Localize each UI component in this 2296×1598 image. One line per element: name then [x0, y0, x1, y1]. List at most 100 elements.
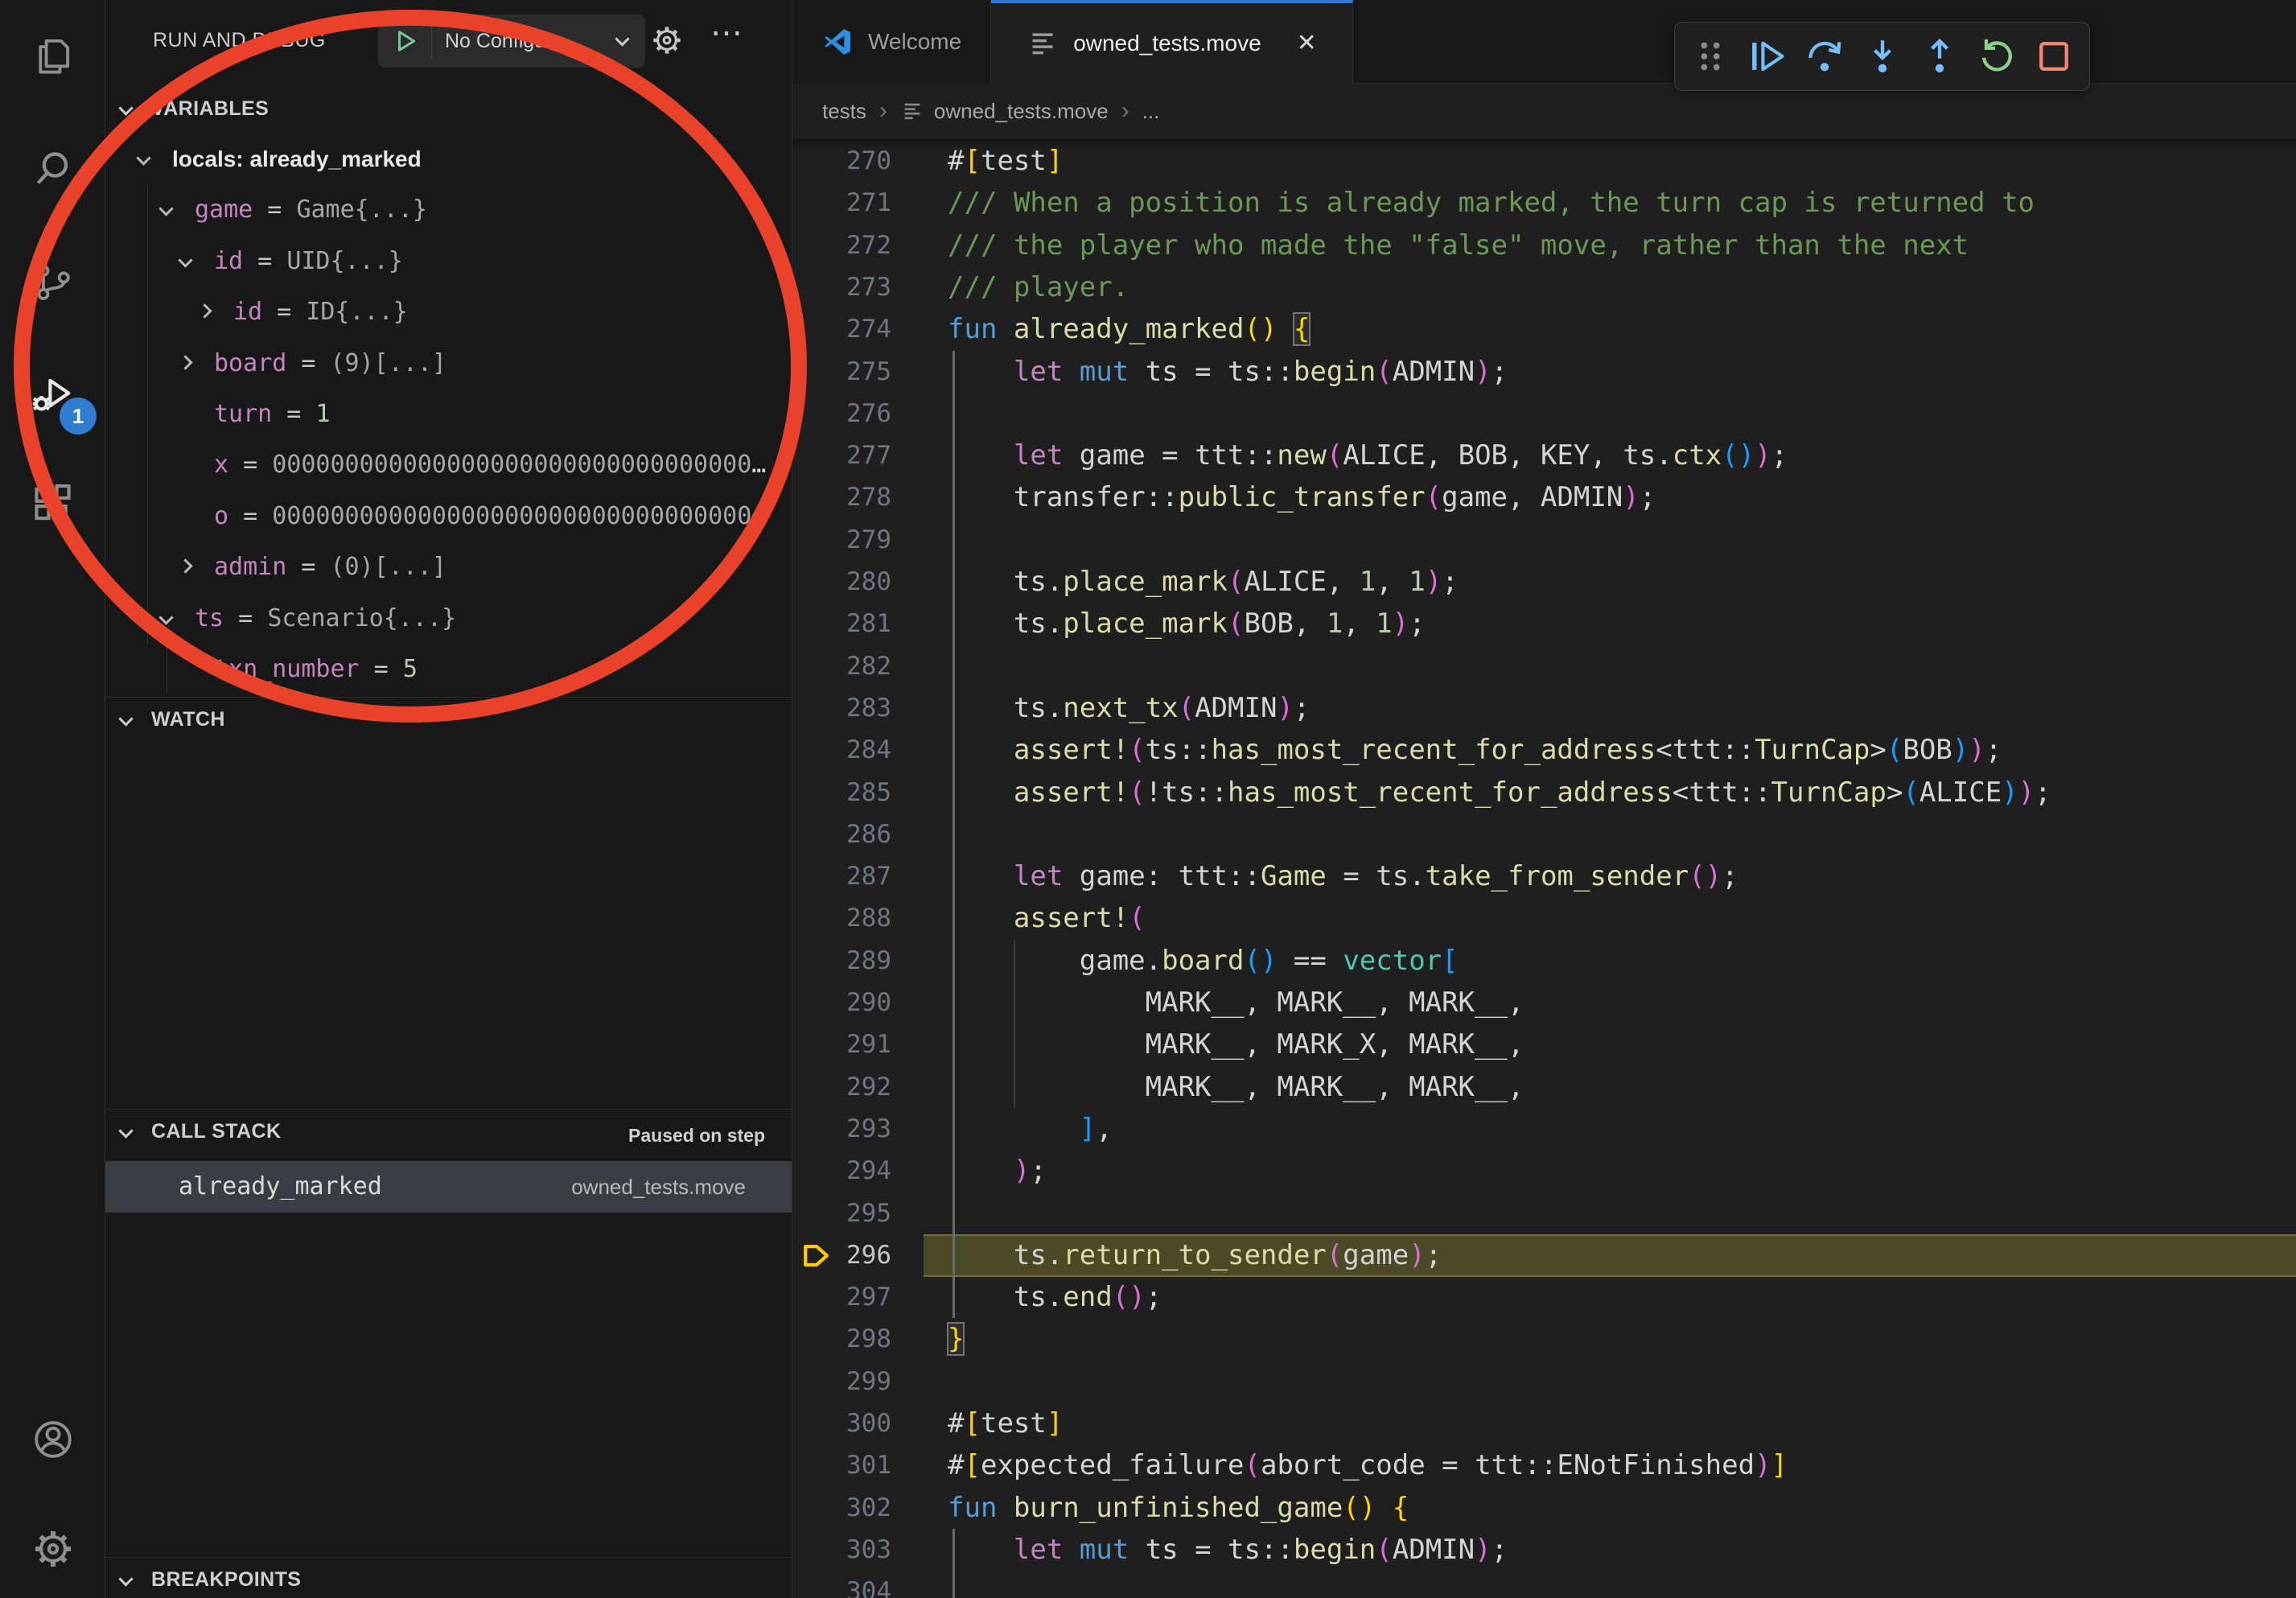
- code-line[interactable]: 291 MARK__, MARK_X, MARK__,: [792, 1023, 2296, 1066]
- more-actions-icon[interactable]: ⋯: [710, 14, 744, 51]
- line-number[interactable]: 297: [792, 1276, 891, 1319]
- line-number[interactable]: 295: [792, 1192, 891, 1235]
- code-line[interactable]: 294 );: [792, 1150, 2296, 1192]
- code-editor[interactable]: 270#[test]271/// When a position is alre…: [792, 138, 2296, 1598]
- line-number[interactable]: 280: [792, 561, 891, 603]
- code-line[interactable]: 292 MARK__, MARK__, MARK__,: [792, 1066, 2296, 1109]
- line-number[interactable]: 299: [792, 1361, 891, 1403]
- line-number[interactable]: 291: [792, 1023, 891, 1066]
- line-number[interactable]: 302: [792, 1487, 891, 1530]
- chevron-right-icon[interactable]: [178, 355, 192, 369]
- settings-icon[interactable]: [30, 1526, 76, 1572]
- continue-button[interactable]: [1746, 35, 1789, 78]
- code-line[interactable]: 288 assert!(: [792, 897, 2296, 940]
- step-out-button[interactable]: [1918, 35, 1961, 78]
- code-line[interactable]: 275 let mut ts = ts::begin(ADMIN);: [792, 351, 2296, 393]
- chevron-right-icon[interactable]: [197, 303, 212, 318]
- line-number[interactable]: 292: [792, 1066, 891, 1109]
- search-icon[interactable]: [30, 146, 76, 193]
- code-line[interactable]: 282: [792, 645, 2296, 688]
- line-number[interactable]: 275: [792, 351, 891, 393]
- line-number[interactable]: 272: [792, 224, 891, 267]
- code-line[interactable]: 298}: [792, 1318, 2296, 1361]
- debug-config-dropdown[interactable]: No Configurations: [378, 14, 645, 68]
- line-number[interactable]: 293: [792, 1108, 891, 1151]
- breadcrumb-item[interactable]: ...: [1142, 99, 1160, 124]
- code-line[interactable]: 277 let game = ttt::new(ALICE, BOB, KEY,…: [792, 435, 2296, 477]
- variable-row[interactable]: x = 000000000000000000000000000000000000…: [105, 439, 792, 491]
- line-number[interactable]: 294: [792, 1150, 891, 1192]
- code-line[interactable]: 274fun already_marked() {: [792, 308, 2296, 351]
- line-number[interactable]: 298: [792, 1318, 891, 1361]
- close-icon[interactable]: ✕: [1297, 31, 1317, 56]
- line-number[interactable]: 270: [792, 140, 891, 183]
- stop-button[interactable]: [2032, 35, 2076, 78]
- step-into-button[interactable]: [1861, 35, 1904, 78]
- variable-row[interactable]: game = Game{...}: [105, 184, 792, 236]
- variable-row[interactable]: ts = Scenario{...}: [105, 593, 792, 645]
- line-number[interactable]: 277: [792, 435, 891, 477]
- debug-settings-gear-icon[interactable]: [649, 23, 685, 58]
- variable-row[interactable]: txn_number = 5: [105, 644, 792, 695]
- variable-row[interactable]: turn = 1: [105, 389, 792, 440]
- variable-row[interactable]: id = UID{...}: [105, 236, 792, 287]
- line-number[interactable]: 276: [792, 393, 891, 435]
- line-number[interactable]: 279: [792, 519, 891, 562]
- chevron-down-icon[interactable]: [158, 610, 173, 624]
- code-line[interactable]: 287 let game: ttt::Game = ts.take_from_s…: [792, 855, 2296, 898]
- variable-row[interactable]: id = ID{...}: [105, 286, 792, 338]
- code-line[interactable]: 293 ],: [792, 1108, 2296, 1151]
- variables-scope-row[interactable]: locals: already_marked: [105, 134, 792, 185]
- account-icon[interactable]: [30, 1416, 76, 1463]
- line-number[interactable]: 278: [792, 476, 891, 519]
- code-line[interactable]: 304: [792, 1571, 2296, 1598]
- code-line[interactable]: 290 MARK__, MARK__, MARK__,: [792, 982, 2296, 1024]
- call-stack-section-header[interactable]: CALL STACK Paused on step: [105, 1111, 792, 1159]
- line-number[interactable]: 304: [792, 1571, 891, 1598]
- code-line[interactable]: 270#[test]: [792, 140, 2296, 183]
- line-number[interactable]: 288: [792, 897, 891, 940]
- line-number[interactable]: 273: [792, 266, 891, 309]
- line-number[interactable]: 286: [792, 813, 891, 856]
- code-line[interactable]: 289 game.board() == vector[: [792, 940, 2296, 982]
- code-line[interactable]: 278 transfer::public_transfer(game, ADMI…: [792, 476, 2296, 519]
- line-number[interactable]: 271: [792, 182, 891, 224]
- code-line[interactable]: 302fun burn_unfinished_game() {: [792, 1487, 2296, 1530]
- grip-handle[interactable]: [1689, 35, 1732, 78]
- line-number[interactable]: 282: [792, 645, 891, 688]
- restart-button[interactable]: [1975, 35, 2018, 78]
- line-number[interactable]: 289: [792, 940, 891, 982]
- code-line[interactable]: 279: [792, 519, 2296, 562]
- code-line[interactable]: 273/// player.: [792, 266, 2296, 309]
- code-line[interactable]: 280 ts.place_mark(ALICE, 1, 1);: [792, 561, 2296, 603]
- extensions-icon[interactable]: [30, 480, 76, 527]
- code-line[interactable]: 272/// the player who made the "false" m…: [792, 224, 2296, 267]
- chevron-down-icon[interactable]: [158, 202, 173, 216]
- variables-section-header[interactable]: VARIABLES: [105, 89, 792, 130]
- code-line[interactable]: 285 assert!(!ts::has_most_recent_for_add…: [792, 772, 2296, 814]
- chevron-down-icon[interactable]: [136, 150, 150, 165]
- code-line[interactable]: 296 ts.return_to_sender(game);: [792, 1234, 2296, 1277]
- line-number[interactable]: 285: [792, 772, 891, 814]
- watch-section-header[interactable]: WATCH: [105, 699, 792, 741]
- line-number[interactable]: 281: [792, 603, 891, 645]
- step-over-button[interactable]: [1803, 35, 1846, 78]
- start-debug-icon[interactable]: [391, 27, 420, 56]
- code-line[interactable]: 303 let mut ts = ts::begin(ADMIN);: [792, 1529, 2296, 1571]
- tab-owned-tests-move[interactable]: owned_tests.move✕: [991, 0, 1353, 84]
- code-line[interactable]: 295: [792, 1192, 2296, 1235]
- line-number[interactable]: 300: [792, 1402, 891, 1445]
- code-line[interactable]: 297 ts.end();: [792, 1276, 2296, 1319]
- breadcrumb-item[interactable]: tests: [822, 99, 866, 124]
- breadcrumb-item[interactable]: owned_tests.move: [934, 99, 1109, 124]
- line-number[interactable]: 284: [792, 729, 891, 772]
- line-number[interactable]: 274: [792, 308, 891, 351]
- line-number[interactable]: 283: [792, 687, 891, 730]
- code-line[interactable]: 283 ts.next_tx(ADMIN);: [792, 687, 2296, 730]
- code-line[interactable]: 299: [792, 1361, 2296, 1403]
- source-control-icon[interactable]: [30, 259, 76, 306]
- call-stack-frame-row[interactable]: already_marked owned_tests.move: [105, 1161, 792, 1213]
- line-number[interactable]: 303: [792, 1529, 891, 1571]
- line-number[interactable]: 301: [792, 1444, 891, 1487]
- code-line[interactable]: 284 assert!(ts::has_most_recent_for_addr…: [792, 729, 2296, 772]
